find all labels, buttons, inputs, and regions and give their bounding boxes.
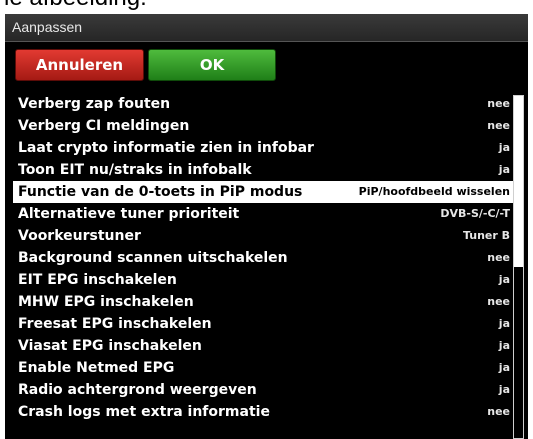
setting-value: ja [498,273,510,286]
setting-row[interactable]: Viasat EPG inschakelen ja [13,335,513,357]
setting-value: nee [487,251,510,264]
setting-row-selected[interactable]: Functie van de 0-toets in PiP modus PiP/… [13,181,513,203]
settings-list: Verberg zap fouten nee Verberg CI meldin… [13,93,513,423]
scrollbar[interactable] [513,95,524,439]
setting-label: Freesat EPG inschakelen [18,316,212,332]
setting-row[interactable]: MHW EPG inschakelen nee [13,291,513,313]
setting-row[interactable]: Background scannen uitschakelen nee [13,247,513,269]
setting-label: Alternatieve tuner prioriteit [18,206,240,222]
setting-label: Crash logs met extra informatie [18,404,270,420]
setting-label: MHW EPG inschakelen [18,294,194,310]
setting-value: ja [498,317,510,330]
setting-label: EIT EPG inschakelen [18,272,177,288]
settings-window: Aanpassen Annuleren OK Verberg zap foute… [5,14,528,439]
setting-row[interactable]: Voorkeurstuner Tuner B [13,225,513,247]
setting-label: Radio achtergrond weergeven [18,382,257,398]
setting-value: nee [487,295,510,308]
setting-row[interactable]: Laat crypto informatie zien in infobar j… [13,137,513,159]
setting-value: nee [487,97,510,110]
setting-value: ja [498,361,510,374]
setting-label: Voorkeurstuner [18,228,141,244]
setting-value: DVB-S/-C/-T [440,207,510,220]
cancel-button[interactable]: Annuleren [15,49,144,81]
scrollbar-thumb[interactable] [514,96,523,267]
setting-label: Viasat EPG inschakelen [18,338,202,354]
setting-row[interactable]: Toon EIT nu/straks in infobalk ja [13,159,513,181]
setting-label: Functie van de 0-toets in PiP modus [18,184,303,200]
setting-row[interactable]: Freesat EPG inschakelen ja [13,313,513,335]
setting-label: Background scannen uitschakelen [18,250,288,266]
setting-value: ja [498,163,510,176]
setting-row[interactable]: Alternatieve tuner prioriteit DVB-S/-C/-… [13,203,513,225]
setting-row[interactable]: Enable Netmed EPG ja [13,357,513,379]
setting-value: ja [498,383,510,396]
setting-row[interactable]: EIT EPG inschakelen ja [13,269,513,291]
caption-text: le afbeelding: [4,0,147,10]
setting-value: ja [498,339,510,352]
setting-row[interactable]: Crash logs met extra informatie nee [13,401,513,423]
setting-value: nee [487,119,510,132]
setting-value: nee [487,405,510,418]
caption-strip: le afbeelding: [0,0,533,14]
setting-label: Enable Netmed EPG [18,360,175,376]
title-bar: Aanpassen [5,14,528,42]
setting-value: Tuner B [462,229,510,242]
setting-value: ja [498,141,510,154]
setting-value: PiP/hoofdbeeld wisselen [358,185,510,198]
setting-label: Laat crypto informatie zien in infobar [18,140,314,156]
setting-row[interactable]: Verberg CI meldingen nee [13,115,513,137]
setting-label: Verberg zap fouten [18,96,171,112]
window-title: Aanpassen [12,19,83,35]
setting-label: Verberg CI meldingen [18,118,190,134]
setting-row[interactable]: Verberg zap fouten nee [13,93,513,115]
setting-row[interactable]: Radio achtergrond weergeven ja [13,379,513,401]
ok-button[interactable]: OK [148,49,276,81]
setting-label: Toon EIT nu/straks in infobalk [18,162,252,178]
